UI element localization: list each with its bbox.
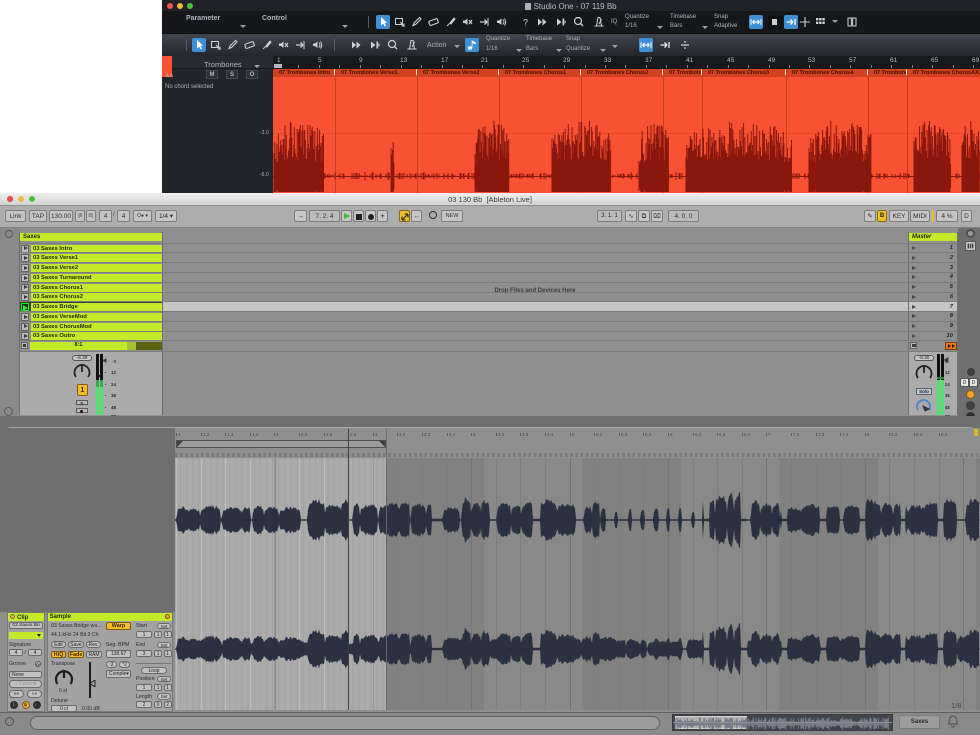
svg-text:?: ? [523, 18, 528, 28]
svg-text:5P: 5P [81, 363, 85, 367]
